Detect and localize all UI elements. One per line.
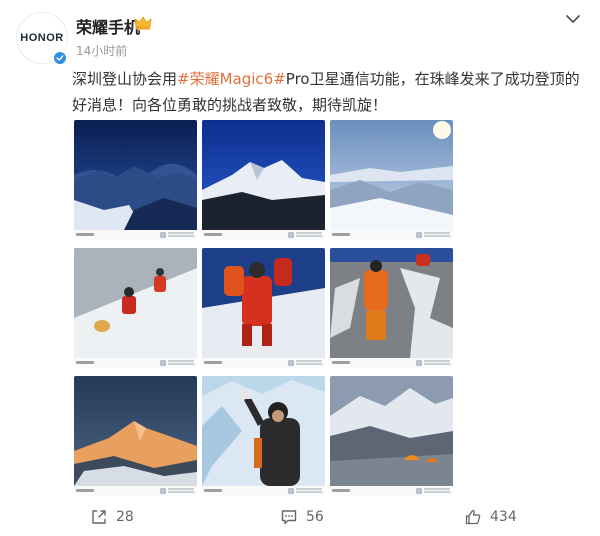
photo-clouds-night <box>74 120 197 230</box>
photo-caption <box>202 486 325 496</box>
photo-golden-summit <box>74 376 197 486</box>
image-tile[interactable] <box>74 248 197 368</box>
image-tile[interactable] <box>330 248 453 368</box>
repost-button[interactable]: 28 <box>90 506 134 528</box>
photo-caption <box>74 358 197 368</box>
avatar[interactable]: HONOR <box>16 12 68 66</box>
photo-climbers-red <box>202 248 325 358</box>
comment-icon <box>281 510 297 525</box>
post-time: 14小时前 <box>76 44 128 58</box>
avatar-logo-text: HONOR <box>20 32 64 44</box>
photo-caption <box>74 230 197 240</box>
photo-base-camp <box>330 376 453 486</box>
photo-caption <box>202 358 325 368</box>
like-count: 434 <box>490 509 517 525</box>
share-icon <box>92 510 106 524</box>
photo-climber-rock <box>330 248 453 358</box>
like-button[interactable]: 434 <box>464 506 517 528</box>
image-tile[interactable] <box>330 120 453 240</box>
photo-climbers-slope <box>74 248 197 358</box>
image-tile[interactable] <box>202 248 325 368</box>
photo-caption <box>202 230 325 240</box>
image-tile[interactable] <box>330 376 453 496</box>
username[interactable]: 荣耀手机 <box>76 14 140 38</box>
image-tile[interactable] <box>202 376 325 496</box>
photo-caption <box>330 486 453 496</box>
topic-link[interactable]: #荣耀Magic6# <box>177 70 286 88</box>
post-text: 深圳登山协会用#荣耀Magic6#Pro卫星通信功能，在珠峰发来了成功登顶的好消… <box>72 66 592 118</box>
image-tile[interactable] <box>74 376 197 496</box>
repost-count: 28 <box>116 509 134 525</box>
crown-icon <box>134 16 152 30</box>
photo-caption <box>330 358 453 368</box>
photo-caption <box>74 486 197 496</box>
photo-sunrise-ridge <box>330 120 453 230</box>
thumbs-up-icon <box>465 509 481 525</box>
post-text-intro: 深圳登山协会用 <box>72 70 178 88</box>
chevron-down-icon[interactable] <box>564 12 582 26</box>
image-tile[interactable] <box>74 120 197 240</box>
photo-snow-peak <box>202 120 325 230</box>
photo-selfie <box>202 376 325 486</box>
photo-caption <box>330 230 453 240</box>
image-tile[interactable] <box>202 120 325 240</box>
weibo-post: HONOR 荣耀手机 14小时前 深圳登山协会用#荣耀Magic6#Pro卫星通… <box>0 0 600 536</box>
comment-count: 56 <box>306 509 324 525</box>
image-grid <box>74 120 454 496</box>
verified-badge-icon <box>52 50 68 66</box>
comment-button[interactable]: 56 <box>280 506 324 528</box>
